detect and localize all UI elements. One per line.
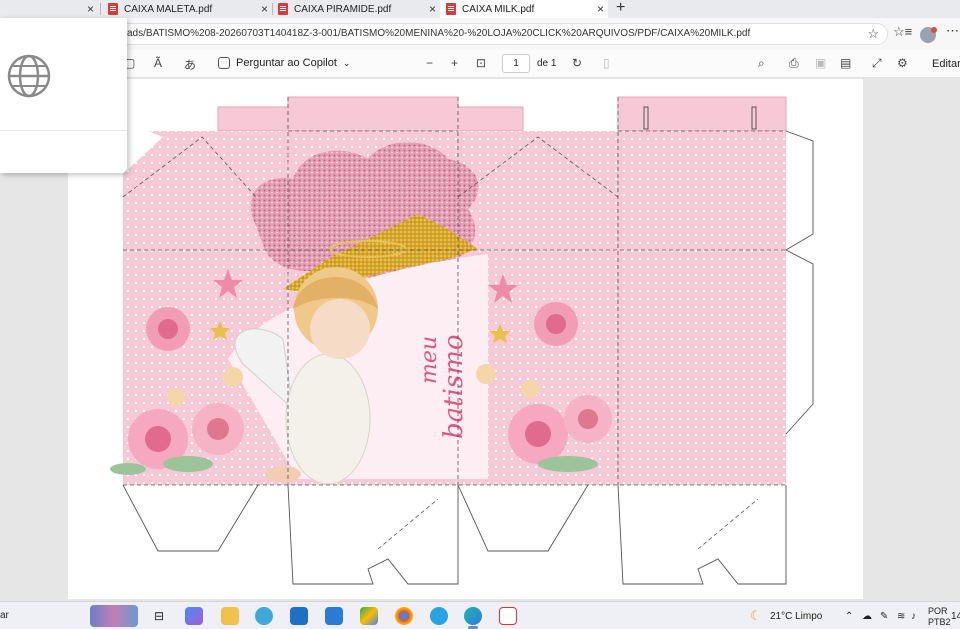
new-tab-button[interactable]: +	[616, 0, 625, 17]
favorites-icon[interactable]: ☆≡	[893, 24, 912, 40]
save-as-icon[interactable]: ▤	[840, 56, 851, 70]
text-batismo: batismo	[439, 334, 469, 439]
store-icon[interactable]	[325, 607, 343, 625]
weather-text[interactable]: 21°C Limpo	[770, 611, 822, 622]
clock[interactable]: 14	[951, 611, 960, 622]
pen-icon[interactable]: ✎	[880, 611, 888, 622]
copilot-label: Perguntar ao Copilot	[236, 57, 337, 69]
pdf-file-icon	[278, 3, 288, 15]
tab-close-icon[interactable]: ×	[597, 2, 604, 16]
pdf-file-icon	[446, 3, 456, 15]
zoom-out-icon[interactable]: −	[426, 56, 433, 70]
tab-caixa-milk[interactable]: CAIXA MILK.pdf ×	[440, 0, 608, 18]
volume-icon[interactable]: ♪	[911, 611, 916, 622]
ask-copilot-button[interactable]: Perguntar ao Copilot ⌄	[218, 57, 350, 69]
site-info-flyout	[0, 18, 127, 173]
widgets-button[interactable]	[90, 605, 138, 627]
address-bar: ads/BATISMO%208-20260703T140418Z-3-001/B…	[0, 18, 960, 50]
translate-icon[interactable]: あ	[184, 56, 196, 73]
tab-close-icon[interactable]: ×	[261, 2, 268, 16]
taskbar: ar ⊟ ☾ 21°C Limpo ⌃ ☁ ✎ ≋ ♪ POR PTB2 14	[0, 601, 960, 629]
tab-caixa-maleta[interactable]: CAIXA MALETA.pdf ×	[108, 0, 268, 18]
url-text: ads/BATISMO%208-20260703T140418Z-3-001/B…	[127, 28, 751, 39]
chevron-up-icon[interactable]: ⌃	[845, 611, 853, 622]
tab-caixa-piramide[interactable]: CAIXA PIRAMIDE.pdf ×	[278, 0, 436, 18]
pdf-file-icon	[108, 3, 118, 15]
top-tabs	[217, 96, 787, 132]
tab-title: CAIXA MALETA.pdf	[124, 3, 213, 15]
onedrive-icon[interactable]: ☁	[862, 611, 872, 622]
chevron-down-icon: ⌄	[342, 57, 351, 68]
pdf-app-icon[interactable]	[499, 607, 517, 625]
tab-title: CAIXA PIRAMIDE.pdf	[294, 3, 392, 15]
search-icon[interactable]: ⌕	[758, 56, 765, 71]
page-view-icon[interactable]: ▯	[603, 56, 610, 70]
tab-close-icon[interactable]: ×	[429, 2, 436, 16]
skype-icon[interactable]	[255, 607, 273, 625]
tab-separator	[100, 3, 101, 15]
copilot-icon	[218, 57, 230, 69]
globe-icon	[7, 54, 51, 98]
print-icon[interactable]: ⎙	[789, 56, 799, 71]
file-explorer-icon[interactable]	[221, 607, 239, 625]
read-aloud-icon[interactable]: A͂	[154, 56, 162, 70]
wifi-icon[interactable]: ≋	[897, 611, 905, 622]
tab-separator	[272, 3, 273, 15]
task-view-icon[interactable]: ⊟	[154, 609, 164, 623]
outlook-icon[interactable]	[290, 607, 308, 625]
fit-page-icon[interactable]: ⊡	[476, 56, 486, 70]
weather-moon-icon: ☾	[750, 608, 762, 623]
fullscreen-icon[interactable]: ⤢	[872, 56, 882, 71]
language-indicator-1[interactable]: POR	[928, 606, 948, 616]
flyout-divider	[0, 130, 127, 131]
taskbar-left-text: ar	[0, 610, 9, 621]
rotate-icon[interactable]: ↻	[572, 56, 582, 70]
tab-close-previous[interactable]: ×	[87, 0, 94, 18]
page-total: de 1	[537, 58, 557, 69]
save-icon[interactable]: ▣	[815, 56, 826, 70]
zoom-in-icon[interactable]: +	[451, 56, 458, 70]
tab-strip: × CAIXA MALETA.pdf × CAIXA PIRAMIDE.pdf …	[0, 0, 960, 18]
telegram-icon[interactable]	[430, 607, 448, 625]
google-drive-icon[interactable]	[360, 607, 378, 625]
copilot-app-icon[interactable]	[185, 607, 203, 625]
notification-dot	[931, 27, 937, 33]
tab-title: CAIXA MILK.pdf	[462, 3, 535, 15]
more-menu-icon[interactable]: ⋯	[946, 23, 959, 39]
language-indicator-2[interactable]: PTB2	[928, 617, 951, 627]
url-field[interactable]: ads/BATISMO%208-20260703T140418Z-3-001/B…	[112, 23, 888, 45]
settings-gear-icon[interactable]: ⚙	[897, 56, 908, 70]
edit-button[interactable]: Editar	[932, 58, 960, 70]
pdf-page: meu batismo	[68, 79, 863, 599]
milk-box-template: meu batismo	[110, 96, 814, 585]
chrome-icon[interactable]	[395, 607, 413, 625]
edge-icon[interactable]	[464, 607, 482, 625]
pdf-toolbar: ▢ A͂ あ Perguntar ao Copilot ⌄ − + ⊡ 1 de…	[0, 50, 960, 78]
page-number-input[interactable]: 1	[502, 54, 530, 73]
favorite-star-icon[interactable]: ☆	[867, 26, 879, 42]
